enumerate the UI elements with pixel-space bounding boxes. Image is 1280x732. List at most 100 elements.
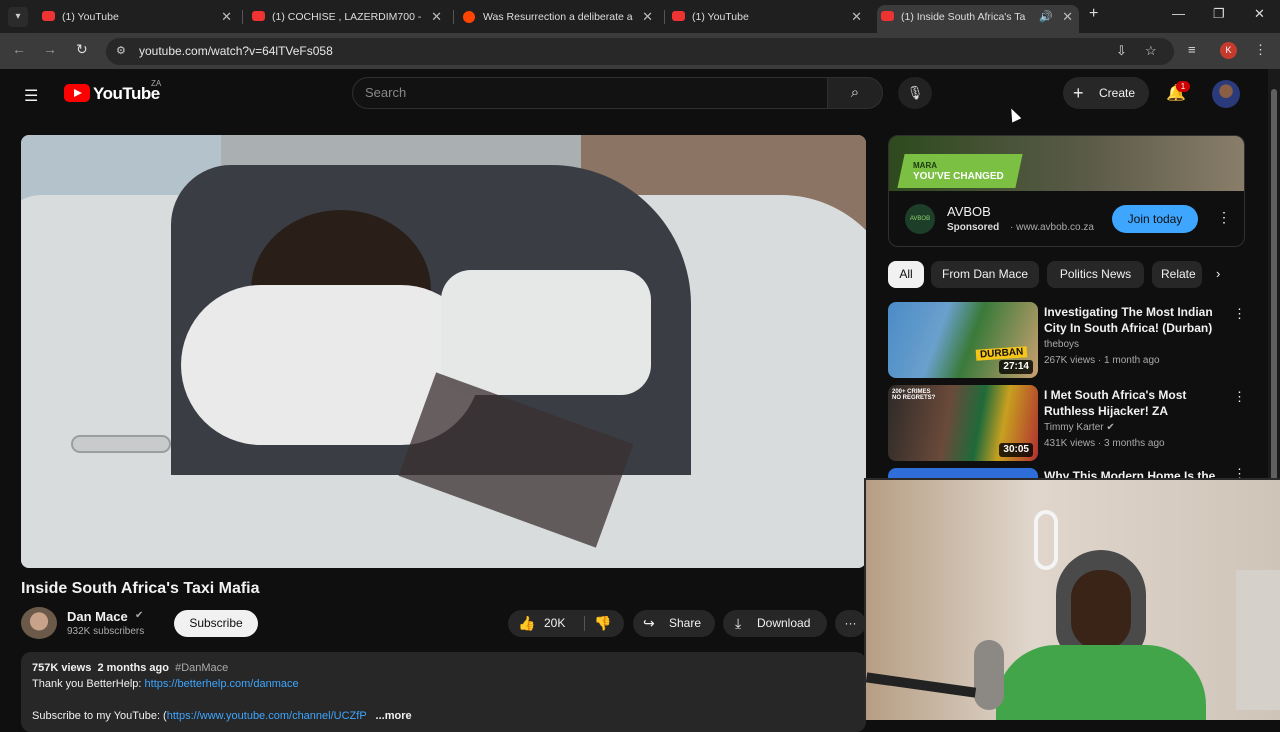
search-icon: ⌕ (850, 84, 860, 101)
browser-tab-active[interactable]: (1) Inside South Africa's Ta 🔊 ✕ (877, 5, 1079, 33)
ad-banner-line: MARA (913, 161, 937, 170)
close-window-button[interactable]: ✕ (1254, 6, 1265, 22)
browser-tab[interactable]: Was Resurrection a deliberate a ✕ (459, 5, 659, 29)
create-button[interactable]: + Create (1063, 77, 1149, 109)
like-count[interactable]: 20K (544, 610, 565, 637)
bookmark-star-icon[interactable]: ☆ (1145, 43, 1157, 59)
install-app-icon[interactable]: ⇩ (1116, 43, 1127, 59)
browser-tab[interactable]: (1) COCHISE , LAZERDIM700 - ✕ (248, 5, 448, 29)
close-tab-icon[interactable]: ✕ (1062, 5, 1073, 29)
menu-icon[interactable]: ☰ (24, 86, 38, 106)
url-text[interactable]: youtube.com/watch?v=64lTVeFs058 (139, 44, 333, 58)
search-input[interactable] (365, 85, 805, 100)
new-tab-button[interactable]: + (1089, 5, 1098, 23)
channel-name[interactable]: Dan Mace (67, 609, 128, 624)
dislike-button[interactable]: 👎 (594, 610, 611, 637)
close-tab-icon[interactable]: ✕ (851, 5, 862, 29)
upload-age: 2 months ago (97, 662, 169, 674)
profile-avatar[interactable]: K (1220, 42, 1237, 59)
description-line: Thank you BetterHelp: https://betterhelp… (32, 678, 299, 690)
more-vertical-icon[interactable]: ⋮ (1233, 389, 1246, 405)
video-title[interactable]: Investigating The Most Indian City In So… (1044, 304, 1224, 336)
video-meta: 431K views · 3 months ago (1044, 438, 1165, 449)
webcam-person-face (1071, 570, 1131, 650)
browser-tab[interactable]: (1) YouTube ✕ (38, 5, 238, 29)
youtube-play-icon (64, 84, 90, 102)
sponsored-ad[interactable]: MARA YOU'VE CHANGED AVBOB AVBOB Sponsore… (888, 135, 1245, 247)
search-button[interactable]: ⌕ (827, 77, 883, 109)
close-tab-icon[interactable]: ✕ (221, 5, 232, 29)
microphone-icon: 🎙 (906, 85, 924, 100)
close-tab-icon[interactable]: ✕ (642, 5, 653, 29)
share-button[interactable]: ↪ Share (633, 610, 715, 637)
ad-advertiser-name[interactable]: AVBOB (947, 204, 991, 219)
media-controls-icon[interactable]: ≡ (1188, 42, 1196, 57)
download-button[interactable]: ⤓ Download (723, 610, 827, 637)
description-meta: 757K views 2 months ago #DanMace (32, 662, 228, 674)
video-frame-door-handle (71, 435, 171, 453)
recommended-video[interactable]: Why This Modern Home Is the ⋮ (888, 468, 1245, 478)
show-more-link[interactable]: ...more (376, 710, 412, 722)
youtube-icon (881, 11, 894, 21)
more-actions-button[interactable]: ··· (835, 610, 866, 637)
youtube-channel-link[interactable]: https://www.youtube.com/channel/UCZfP (167, 710, 367, 722)
chevron-right-icon[interactable]: › (1216, 266, 1220, 281)
betterhelp-link[interactable]: https://betterhelp.com/danmace (145, 678, 299, 690)
subscribe-button[interactable]: Subscribe (174, 610, 258, 637)
tab-search-button[interactable]: ▾ (8, 7, 28, 27)
more-vertical-icon[interactable]: ⋮ (1233, 306, 1246, 322)
voice-search-button[interactable]: 🎙 (898, 77, 932, 109)
browser-tab-bar: ▾ (1) YouTube ✕ (1) COCHISE , LAZERDIM70… (0, 0, 1280, 33)
ad-domain: · www.avbob.co.za (1010, 222, 1094, 233)
description-line: Subscribe to my YouTube: (https://www.yo… (32, 710, 412, 722)
plus-icon: + (1073, 83, 1084, 103)
video-duration: 30:05 (999, 443, 1033, 457)
chip-politics-news[interactable]: Politics News (1047, 261, 1144, 288)
video-channel[interactable]: Timmy Karter ✔ (1044, 422, 1115, 433)
video-channel[interactable]: theboys (1044, 339, 1079, 350)
close-tab-icon[interactable]: ✕ (431, 5, 442, 29)
youtube-icon (672, 11, 685, 21)
forward-button[interactable]: → (43, 41, 57, 57)
chip-all[interactable]: All (888, 261, 924, 288)
back-button[interactable]: ← (12, 41, 26, 57)
reload-button[interactable]: ↻ (76, 41, 88, 58)
speaker-icon[interactable]: 🔊 (1039, 5, 1053, 29)
account-avatar[interactable] (1212, 80, 1240, 108)
webcam-person-hoodie (996, 645, 1206, 720)
hashtag-link[interactable]: #DanMace (175, 662, 228, 674)
channel-avatar[interactable] (21, 607, 57, 639)
browser-menu-icon[interactable]: ⋮ (1254, 42, 1267, 58)
video-player[interactable] (21, 135, 866, 568)
ad-advertiser-logo[interactable]: AVBOB (905, 204, 935, 234)
browser-tab[interactable]: (1) YouTube ✕ (668, 5, 868, 29)
restore-button[interactable]: ❐ (1213, 6, 1225, 22)
address-bar[interactable]: ⚙ youtube.com/watch?v=64lTVeFs058 ⇩ ☆ (106, 38, 1174, 65)
chip-from-channel[interactable]: From Dan Mace (931, 261, 1039, 288)
site-info-icon[interactable]: ⚙ (116, 44, 130, 58)
video-thumbnail[interactable]: DURBAN 27:14 (888, 302, 1038, 378)
notification-badge: 1 (1176, 81, 1190, 92)
more-vertical-icon[interactable]: ⋮ (1233, 468, 1245, 478)
minimize-button[interactable]: — (1172, 6, 1185, 21)
video-title[interactable]: I Met South Africa's Most Ruthless Hijac… (1044, 387, 1224, 419)
video-description[interactable]: 757K views 2 months ago #DanMace Thank y… (21, 652, 866, 732)
youtube-icon (42, 11, 55, 21)
like-button[interactable]: 👍 (518, 610, 535, 637)
video-thumbnail[interactable]: 200+ CRIMES NO REGRETS? 30:05 (888, 385, 1038, 461)
ad-more-icon[interactable]: ⋮ (1217, 209, 1231, 226)
video-thumbnail[interactable] (888, 468, 1038, 478)
video-title[interactable]: Why This Modern Home Is the (1044, 468, 1224, 478)
pill-divider (584, 616, 585, 631)
search-box[interactable] (352, 77, 828, 109)
chip-related[interactable]: Relate (1152, 261, 1202, 288)
video-meta: 267K views · 1 month ago (1044, 355, 1160, 366)
recommended-video[interactable]: DURBAN 27:14 Investigating The Most Indi… (888, 302, 1246, 380)
more-horizontal-icon: ··· (844, 616, 857, 630)
like-dislike-group: 👍 20K 👎 (508, 610, 624, 637)
webcam-overlay (864, 478, 1280, 720)
video-duration: 27:14 (999, 360, 1033, 374)
ad-cta-button[interactable]: Join today (1112, 205, 1198, 233)
youtube-icon (252, 11, 265, 21)
recommended-video[interactable]: 200+ CRIMES NO REGRETS? 30:05 I Met South… (888, 385, 1246, 463)
